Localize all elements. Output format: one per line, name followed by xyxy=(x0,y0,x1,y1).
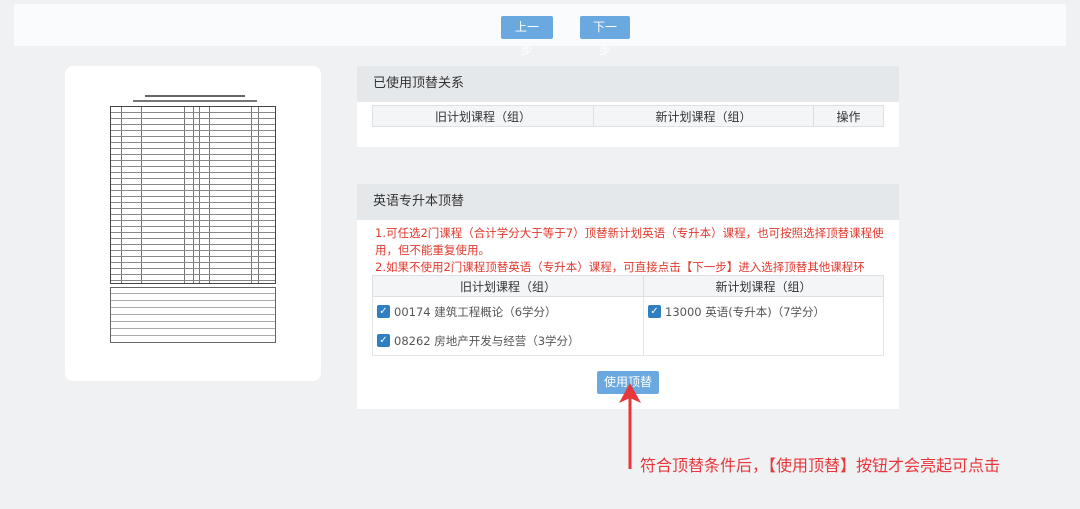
course-label: 00174 建筑工程概论（6学分） xyxy=(394,304,557,319)
new-course-cell: ✓ 13000 英语(专升本)（7学分） xyxy=(643,296,884,356)
col-new-plan: 新计划课程（组） xyxy=(643,275,884,297)
new-course-item[interactable]: ✓ 13000 英语(专升本)（7学分） xyxy=(644,297,883,326)
doc-course-table xyxy=(110,106,276,284)
col-old-plan: 旧计划课程（组） xyxy=(372,105,594,127)
used-substitution-table: 旧计划课程（组） 新计划课程（组） 操作 xyxy=(372,105,884,127)
doc-notes xyxy=(110,287,276,343)
english-substitution-panel: 英语专升本顶替 1.可任选2门课程（合计学分大于等于7）顶替新计划英语（专升本）… xyxy=(357,184,899,409)
checkbox-checked-icon[interactable]: ✓ xyxy=(377,334,390,347)
annotation-text: 符合顶替条件后，【使用顶替】按钮才会亮起可点击 xyxy=(640,456,1001,475)
notice-line-1: 1.可任选2门课程（合计学分大于等于7）顶替新计划英语（专升本）课程，也可按照选… xyxy=(375,226,884,257)
doc-subtitle-line xyxy=(133,100,257,102)
course-label: 13000 英语(专升本)（7学分） xyxy=(665,304,826,319)
prev-step-button[interactable]: 上一步 xyxy=(501,16,553,57)
col-action: 操作 xyxy=(813,105,884,127)
checkbox-checked-icon[interactable]: ✓ xyxy=(377,305,390,318)
old-course-item[interactable]: ✓ 00174 建筑工程概论（6学分） xyxy=(373,297,643,326)
document-preview-card xyxy=(65,66,321,381)
course-label: 08262 房地产开发与经营（3学分） xyxy=(394,333,580,348)
checkbox-checked-icon[interactable]: ✓ xyxy=(648,305,661,318)
used-substitution-panel: 已使用顶替关系 旧计划课程（组） 新计划课程（组） 操作 xyxy=(357,66,899,147)
col-new-plan: 新计划课程（组） xyxy=(593,105,814,127)
col-old-plan: 旧计划课程（组） xyxy=(372,275,644,297)
old-course-cell: ✓ 00174 建筑工程概论（6学分） ✓ 08262 房地产开发与经营（3学分… xyxy=(372,296,644,356)
top-nav-bar: 上一步 下一步 xyxy=(14,4,1066,57)
old-course-item[interactable]: ✓ 08262 房地产开发与经营（3学分） xyxy=(373,326,643,355)
next-step-button[interactable]: 下一步 xyxy=(580,16,630,57)
used-panel-title: 已使用顶替关系 xyxy=(357,66,899,102)
substitution-table: 旧计划课程（组） 新计划课程（组） ✓ 00174 建筑工程概论（6学分） ✓ … xyxy=(372,275,884,356)
sub-panel-title: 英语专升本顶替 xyxy=(357,184,899,220)
plan-document-thumbnail[interactable] xyxy=(109,95,277,346)
doc-title-line xyxy=(145,95,245,97)
